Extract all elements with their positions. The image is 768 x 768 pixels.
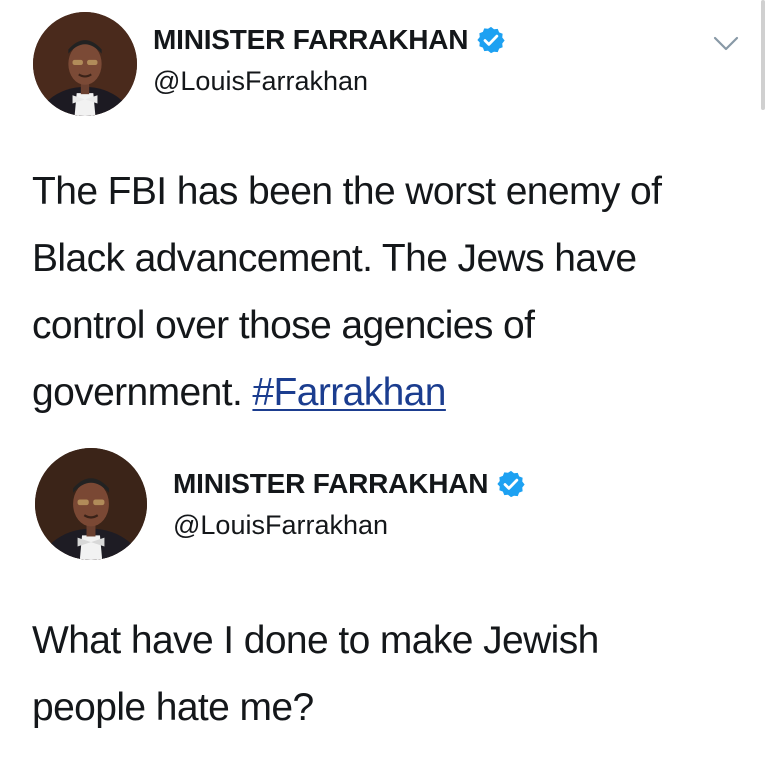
verified-badge-icon (476, 25, 506, 55)
tweet-text-line: government. #Farrakhan (32, 359, 752, 426)
name-row: MINISTER FARRAKHAN (153, 24, 506, 56)
name-row: MINISTER FARRAKHAN (173, 468, 526, 500)
display-name[interactable]: MINISTER FARRAKHAN (153, 24, 468, 56)
tweet-text: The FBI has been the worst enemy of Blac… (32, 158, 752, 426)
tweet-text-line: people hate me? (32, 686, 314, 729)
tweet-text-line: Black advancement. The Jews have (32, 237, 637, 280)
tweet-text-line: The FBI has been the worst enemy of (32, 170, 662, 213)
user-handle[interactable]: @LouisFarrakhan (173, 510, 388, 541)
user-handle[interactable]: @LouisFarrakhan (153, 66, 368, 97)
avatar-photo (33, 12, 137, 116)
chevron-down-icon[interactable] (712, 34, 740, 54)
profile-avatar[interactable] (33, 12, 137, 116)
tweet-text-segment: government. (32, 371, 253, 414)
tweet-text-line: What have I done to make Jewish (32, 619, 599, 662)
display-name[interactable]: MINISTER FARRAKHAN (173, 468, 488, 500)
hashtag-link[interactable]: #Farrakhan (252, 371, 446, 414)
profile-avatar[interactable] (35, 448, 147, 560)
tweet-text: What have I done to make Jewish people h… (32, 607, 752, 741)
avatar-photo (35, 448, 147, 560)
tweet-text-line: control over those agencies of (32, 304, 535, 347)
scrollbar[interactable] (761, 0, 765, 110)
verified-badge-icon (496, 469, 526, 499)
